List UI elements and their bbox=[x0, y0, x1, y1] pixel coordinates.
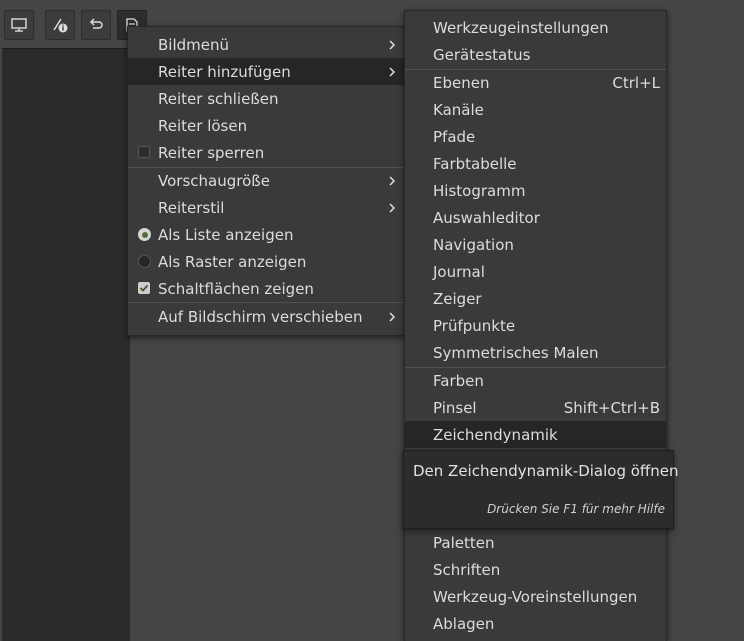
menu-item-label: Gerätestatus bbox=[433, 45, 531, 64]
checkbox-unchecked-icon bbox=[138, 146, 150, 158]
submenu-item-geraetestatus[interactable]: Gerätestatus bbox=[405, 41, 666, 68]
submenu-item-pfade[interactable]: Pfade bbox=[405, 123, 666, 150]
chevron-right-icon bbox=[389, 176, 396, 186]
menu-item-label: Ebenen bbox=[433, 73, 490, 92]
submenu-item-zeichendynamik[interactable]: Zeichendynamik bbox=[405, 421, 666, 448]
submenu-item-farben[interactable]: Farben bbox=[405, 367, 666, 394]
submenu-item-kanaele[interactable]: Kanäle bbox=[405, 96, 666, 123]
radio-selected-icon bbox=[138, 228, 151, 241]
submenu-item-pruefpunkte[interactable]: Prüfpunkte bbox=[405, 312, 666, 339]
menu-item-label: Paletten bbox=[433, 533, 495, 552]
menu-item-reiter-hinzufuegen[interactable]: Reiter hinzufügen bbox=[128, 58, 406, 85]
menu-item-reiter-schliessen[interactable]: Reiter schließen bbox=[128, 85, 406, 112]
tab-context-menu: Bildmenü Reiter hinzufügen Reiter schlie… bbox=[127, 26, 407, 336]
menu-item-reiter-sperren[interactable]: Reiter sperren bbox=[128, 139, 406, 166]
menu-item-label: Zeiger bbox=[433, 289, 482, 308]
checkbox-checked-icon bbox=[138, 282, 150, 294]
undo-history-icon bbox=[89, 18, 103, 29]
menu-item-label: Auf Bildschirm verschieben bbox=[158, 307, 363, 326]
menu-item-label: Auswahleditor bbox=[433, 208, 540, 227]
chevron-right-icon bbox=[389, 203, 396, 213]
menu-item-label: Als Raster anzeigen bbox=[158, 252, 307, 271]
chevron-right-icon bbox=[389, 40, 396, 50]
menu-item-als-liste[interactable]: Als Liste anzeigen bbox=[128, 221, 406, 248]
tooltip-hint: Drücken Sie F1 für mehr Hilfe bbox=[487, 502, 665, 516]
shortcut-label: Shift+Ctrl+B bbox=[563, 398, 660, 417]
submenu-item-journal[interactable]: Journal bbox=[405, 258, 666, 285]
submenu-item-ablagen[interactable]: Ablagen bbox=[405, 610, 666, 637]
menu-item-als-raster[interactable]: Als Raster anzeigen bbox=[128, 248, 406, 275]
chevron-right-icon bbox=[389, 312, 396, 322]
radio-unselected-icon bbox=[138, 255, 151, 268]
menu-item-label: Prüfpunkte bbox=[433, 316, 516, 335]
submenu-item-navigation[interactable]: Navigation bbox=[405, 231, 666, 258]
right-background bbox=[664, 0, 744, 640]
menu-item-label: Reiter sperren bbox=[158, 143, 265, 162]
shortcut-label: Ctrl+L bbox=[612, 73, 660, 92]
menu-item-label: Pfade bbox=[433, 127, 476, 146]
menu-item-label: Werkzeugeinstellungen bbox=[433, 18, 609, 37]
chevron-right-icon bbox=[389, 67, 396, 77]
submenu-item-histogramm[interactable]: Histogramm bbox=[405, 177, 666, 204]
menu-item-vorschaugroesse[interactable]: Vorschaugröße bbox=[128, 167, 406, 194]
menu-item-label: Schaltflächen zeigen bbox=[158, 279, 314, 298]
menu-item-label: Farbtabelle bbox=[433, 154, 517, 173]
tooltip-title: Den Zeichendynamik-Dialog öffnen bbox=[413, 462, 679, 480]
menu-item-label: Reiter schließen bbox=[158, 89, 279, 108]
submenu-item-werkzeugeinstellungen[interactable]: Werkzeugeinstellungen bbox=[405, 14, 666, 41]
menu-item-label: Farben bbox=[433, 371, 484, 390]
menu-item-label: Reiter lösen bbox=[158, 116, 248, 135]
menu-item-label: Bildmenü bbox=[158, 35, 230, 54]
menu-item-label: Navigation bbox=[433, 235, 514, 254]
menu-item-label: Vorschaugröße bbox=[158, 171, 270, 190]
menu-item-label: Pinsel bbox=[433, 398, 477, 417]
menu-item-bildmenu[interactable]: Bildmenü bbox=[128, 31, 406, 58]
menu-item-label: Als Liste anzeigen bbox=[158, 225, 294, 244]
menu-item-label: Kanäle bbox=[433, 100, 484, 119]
submenu-item-paletten[interactable]: Paletten bbox=[405, 529, 666, 556]
menu-item-auf-bildschirm-verschieben[interactable]: Auf Bildschirm verschieben bbox=[128, 303, 406, 330]
menu-item-label: Histogramm bbox=[433, 181, 526, 200]
menu-item-label: Schriften bbox=[433, 560, 501, 579]
submenu-item-ebenen[interactable]: Ebenen Ctrl+L bbox=[405, 69, 666, 96]
submenu-item-zeiger[interactable]: Zeiger bbox=[405, 285, 666, 312]
display-icon bbox=[11, 18, 27, 32]
submenu-item-auswahleditor[interactable]: Auswahleditor bbox=[405, 204, 666, 231]
submenu-item-farbtabelle[interactable]: Farbtabelle bbox=[405, 150, 666, 177]
display-button[interactable] bbox=[4, 10, 34, 40]
menu-item-label: Zeichendynamik bbox=[433, 425, 558, 444]
dock-content-pane bbox=[2, 48, 130, 641]
menu-item-label: Ablagen bbox=[433, 614, 495, 633]
submenu-item-symmetrisches-malen[interactable]: Symmetrisches Malen bbox=[405, 339, 666, 366]
tooltip: Den Zeichendynamik-Dialog öffnen Drücken… bbox=[403, 450, 679, 529]
menu-item-label: Werkzeug-Voreinstellungen bbox=[433, 587, 638, 606]
undo-history-button[interactable] bbox=[81, 10, 111, 40]
submenu-item-pinsel[interactable]: Pinsel Shift+Ctrl+B bbox=[405, 394, 666, 421]
pointer-info-button[interactable] bbox=[45, 10, 75, 40]
menu-item-schaltflaechen-zeigen[interactable]: Schaltflächen zeigen bbox=[128, 275, 406, 302]
menu-item-label: Journal bbox=[433, 262, 485, 281]
pointer-info-icon bbox=[53, 18, 68, 33]
submenu-item-schriften[interactable]: Schriften bbox=[405, 556, 666, 583]
menu-item-reiter-loesen[interactable]: Reiter lösen bbox=[128, 112, 406, 139]
add-tab-submenu: Werkzeugeinstellungen Gerätestatus Ebene… bbox=[404, 10, 667, 641]
submenu-item-werkzeug-voreinstellungen[interactable]: Werkzeug-Voreinstellungen bbox=[405, 583, 666, 610]
menu-item-label: Symmetrisches Malen bbox=[433, 343, 599, 362]
menu-item-reiterstil[interactable]: Reiterstil bbox=[128, 194, 406, 221]
menu-item-label: Reiter hinzufügen bbox=[158, 62, 291, 81]
menu-item-label: Reiterstil bbox=[158, 198, 225, 217]
